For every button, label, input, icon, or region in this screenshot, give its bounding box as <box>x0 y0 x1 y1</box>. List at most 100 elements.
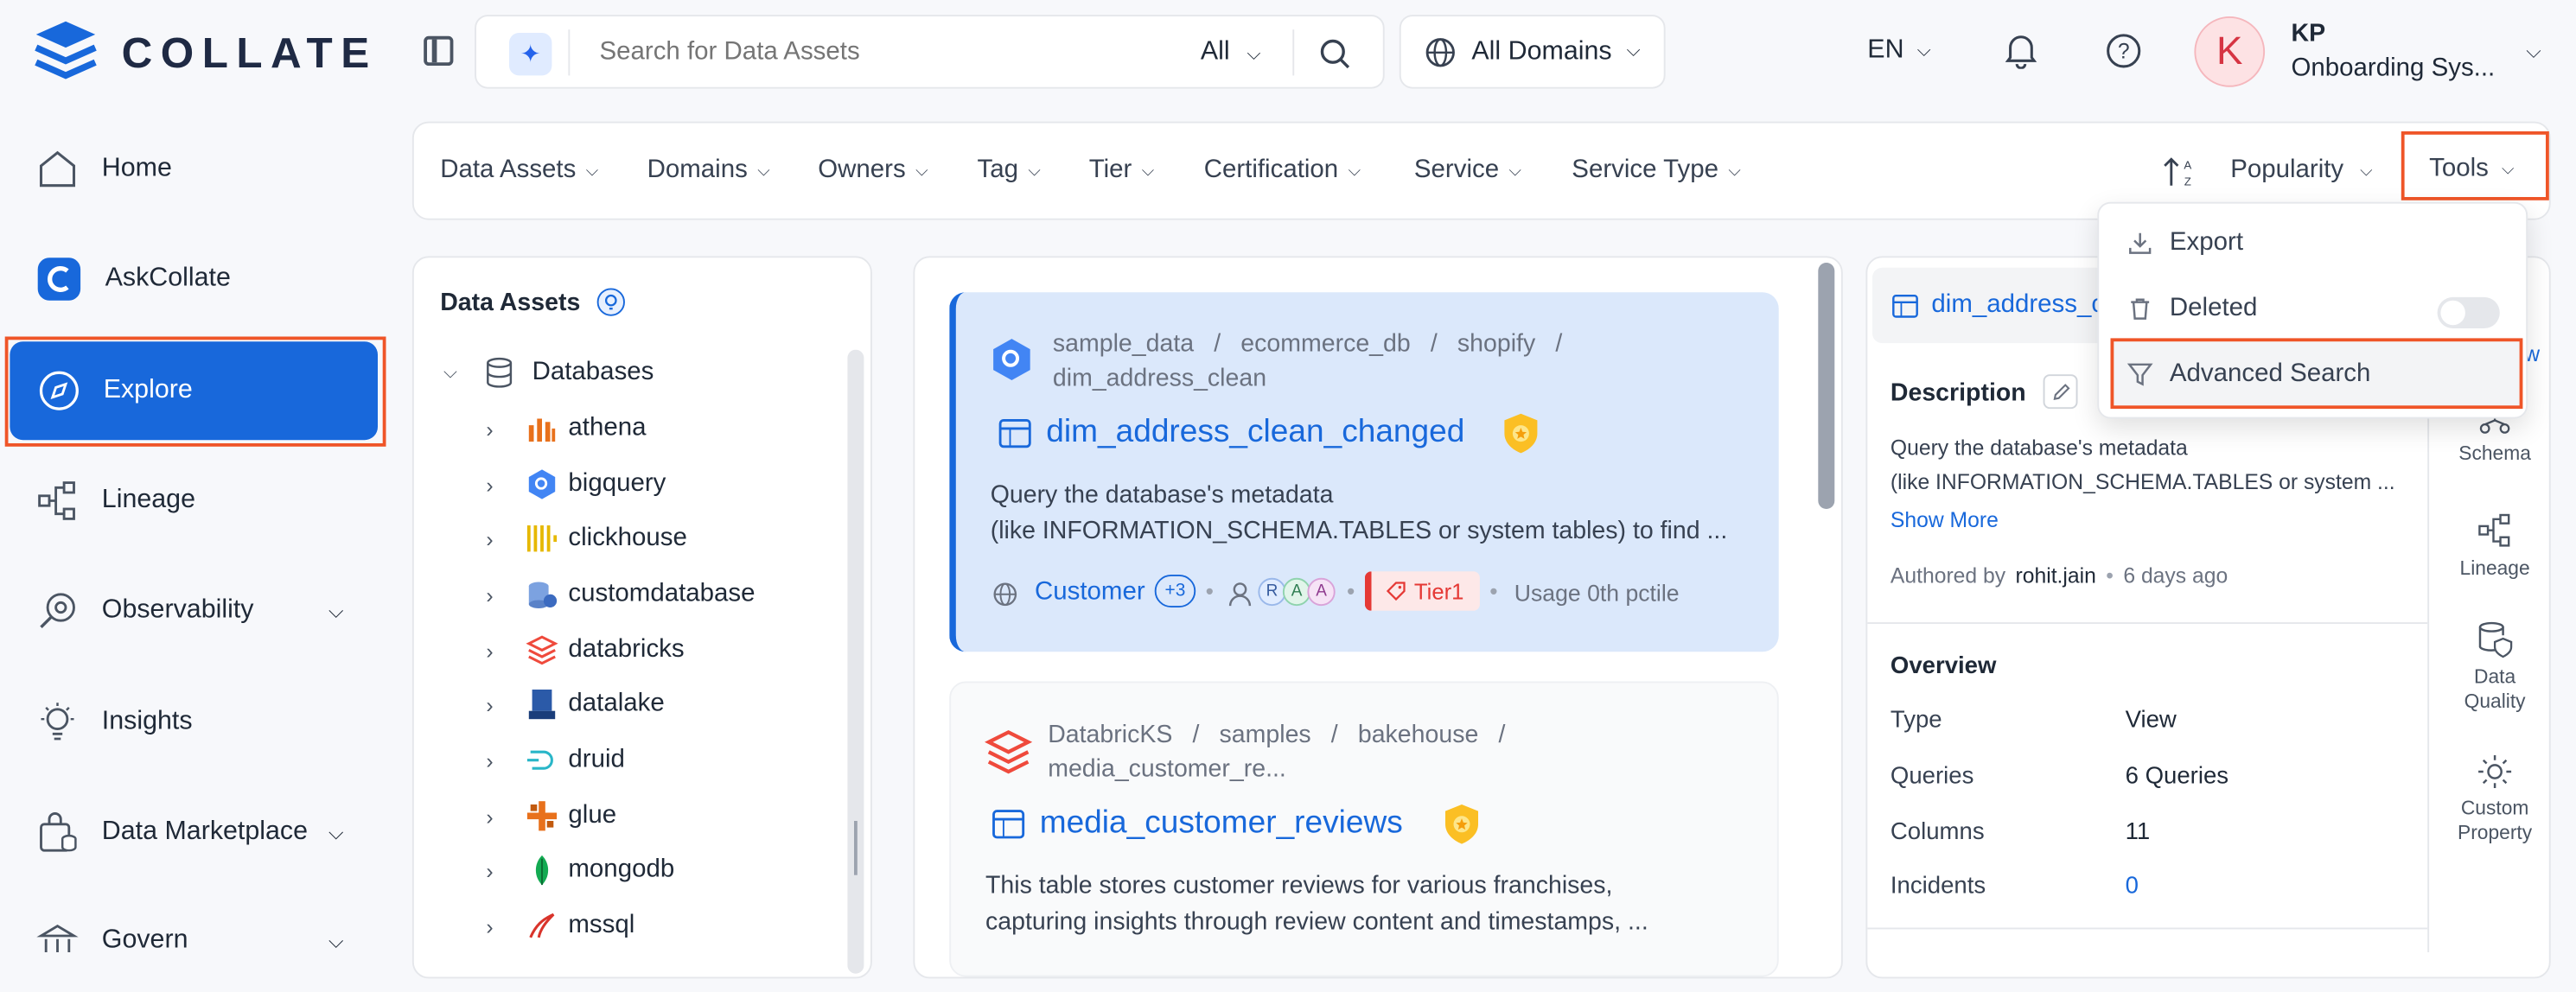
chevron-right-icon[interactable]: › <box>486 747 526 773</box>
search-scope-dropdown[interactable]: All ⌵ <box>1201 38 1260 67</box>
domain-more-badge[interactable]: +3 <box>1154 575 1196 607</box>
filter-data-assets[interactable]: Data Assets ⌵ <box>440 156 598 186</box>
tier-badge[interactable]: Tier1 <box>1364 571 1480 611</box>
tree-item-label: customdatabase <box>568 579 756 607</box>
breadcrumb-item[interactable]: samples <box>1220 721 1311 748</box>
sidebar-item-askcollate[interactable]: AskCollate <box>0 228 394 330</box>
sidebar-toggle-icon[interactable] <box>424 35 454 66</box>
svg-text:A: A <box>2184 159 2191 172</box>
breadcrumb-item[interactable]: ecommerce_db <box>1240 330 1410 358</box>
sort-order-icon[interactable]: A Z <box>2163 156 2199 189</box>
language-selector[interactable]: EN ⌵ <box>1867 36 1930 66</box>
filter-label: Service <box>1413 156 1500 184</box>
filter-service[interactable]: Service ⌵ <box>1414 156 1521 186</box>
tree-item-databricks[interactable]: › databricks <box>486 633 685 666</box>
chevron-right-icon[interactable]: › <box>486 858 526 883</box>
chevron-right-icon[interactable]: › <box>486 913 526 938</box>
tree-item-databases[interactable]: ⌵ Databases <box>443 356 654 389</box>
bell-icon[interactable] <box>2004 33 2038 69</box>
author-name[interactable]: rohit.jain <box>2016 563 2096 588</box>
sidebar-item-data-marketplace[interactable]: Data Marketplace ⌵ <box>0 781 394 883</box>
trash-icon <box>2131 298 2150 320</box>
filter-service-type[interactable]: Service Type ⌵ <box>1572 156 1741 186</box>
edit-description-button[interactable] <box>2043 374 2078 410</box>
chevron-right-icon[interactable]: › <box>486 638 526 663</box>
owner-avatar[interactable]: A <box>1282 577 1311 607</box>
chevron-right-icon[interactable]: › <box>486 472 526 497</box>
deleted-toggle[interactable] <box>2437 296 2500 328</box>
menu-item-deleted[interactable]: Deleted <box>2099 279 2526 338</box>
chevron-right-icon[interactable]: › <box>486 526 526 551</box>
ai-sparkle-icon[interactable]: ✦ <box>509 33 552 76</box>
domain-selector[interactable]: All Domains ⌵ <box>1399 15 1666 89</box>
tree-item-druid[interactable]: › druid <box>486 744 624 777</box>
scrollbar-grip[interactable] <box>854 821 858 875</box>
domain-link[interactable]: Customer <box>1035 578 1145 607</box>
filter-certification[interactable]: Certification ⌵ <box>1204 156 1361 186</box>
filter-tier[interactable]: Tier ⌵ <box>1089 156 1154 186</box>
overview-key: Type <box>1890 707 1942 734</box>
rail-data-quality[interactable]: Data Quality <box>2444 619 2546 714</box>
app-logo[interactable]: COLLATE <box>29 18 378 87</box>
menu-item-advanced-search[interactable]: Advanced Search <box>2110 338 2523 410</box>
details-title[interactable]: dim_address_c <box>1931 290 2104 320</box>
chevron-down-icon: ⌵ <box>585 162 599 181</box>
tree-item-customdatabase[interactable]: › customdatabase <box>486 578 756 611</box>
mongodb-icon <box>535 855 549 886</box>
overview-value[interactable]: 0 <box>2126 874 2139 900</box>
breadcrumb-item[interactable]: shopify <box>1457 330 1535 358</box>
tree-item-mssql[interactable]: › mssql <box>486 910 634 943</box>
tree-item-datalake[interactable]: › datalake <box>486 688 665 721</box>
tree-item-athena[interactable]: › athena <box>486 412 647 445</box>
breadcrumb-item[interactable]: media_customer_re... <box>1048 755 1286 783</box>
chevron-right-icon[interactable]: › <box>486 692 526 717</box>
tree-item-mongodb[interactable]: › mongodb <box>486 854 674 887</box>
chevron-down-icon[interactable]: ⌵ <box>2526 40 2541 65</box>
tree-item-bigquery[interactable]: › bigquery <box>486 468 666 501</box>
tools-button[interactable]: Tools ⌵ <box>2401 131 2549 200</box>
result-title[interactable]: dim_address_clean_changed <box>1046 414 1464 452</box>
tree-item-clickhouse[interactable]: › clickhouse <box>486 522 687 555</box>
result-card[interactable]: DatabricKS / samples / bakehouse / media… <box>949 681 1779 977</box>
sidebar-item-home[interactable]: Home <box>0 118 394 220</box>
tree-item-glue[interactable]: › glue <box>486 799 616 832</box>
breadcrumb-item[interactable]: DatabricKS <box>1048 721 1172 748</box>
help-icon[interactable]: ? <box>2106 33 2142 69</box>
rail-custom-property[interactable]: Custom Property <box>2444 754 2546 845</box>
sort-label: Popularity <box>2230 156 2344 184</box>
show-more-link[interactable]: Show More <box>1891 507 1999 532</box>
search-input[interactable] <box>599 37 1158 67</box>
owner-avatar[interactable]: A <box>1307 577 1336 607</box>
results-scrollbar[interactable] <box>1818 263 1835 509</box>
breadcrumb-item[interactable]: bakehouse <box>1358 721 1478 748</box>
custom-property-gear-icon <box>2478 754 2512 788</box>
filter-tag[interactable]: Tag ⌵ <box>978 156 1041 186</box>
owner-avatar[interactable]: R <box>1258 577 1286 607</box>
lightbulb-info-icon[interactable] <box>596 288 626 317</box>
chevron-right-icon[interactable]: › <box>486 582 526 607</box>
filter-domains[interactable]: Domains ⌵ <box>647 156 770 186</box>
filter-owners[interactable]: Owners ⌵ <box>818 156 928 186</box>
sidebar-item-lineage[interactable]: Lineage <box>0 450 394 552</box>
home-icon <box>39 150 76 188</box>
breadcrumb-item[interactable]: dim_address_clean <box>1053 365 1266 392</box>
sidebar-item-govern[interactable]: Govern ⌵ <box>0 890 394 992</box>
chevron-down-icon[interactable]: ⌵ <box>443 362 483 384</box>
user-avatar[interactable]: K <box>2194 16 2266 87</box>
sort-selector[interactable]: Popularity ⌵ <box>2230 156 2372 186</box>
sidebar-item-observability[interactable]: Observability ⌵ <box>0 560 394 662</box>
tree-scrollbar[interactable] <box>847 349 864 974</box>
menu-item-export[interactable]: Export <box>2099 213 2526 272</box>
search-icon[interactable] <box>1319 38 1352 71</box>
sidebar-item-insights[interactable]: Insights <box>0 671 394 773</box>
rail-lineage[interactable]: Lineage <box>2444 511 2546 582</box>
chevron-right-icon[interactable]: › <box>486 417 526 442</box>
result-title[interactable]: media_customer_reviews <box>1040 804 1403 843</box>
tree-item-label: mssql <box>568 911 635 939</box>
download-icon <box>2129 232 2152 254</box>
breadcrumb-item[interactable]: sample_data <box>1053 330 1194 358</box>
chevron-right-icon[interactable]: › <box>486 804 526 829</box>
sidebar-item-label: AskCollate <box>105 264 231 293</box>
sidebar-item-explore[interactable]: Explore <box>10 341 379 441</box>
result-card-selected[interactable]: sample_data / ecommerce_db / shopify / d… <box>949 292 1779 652</box>
